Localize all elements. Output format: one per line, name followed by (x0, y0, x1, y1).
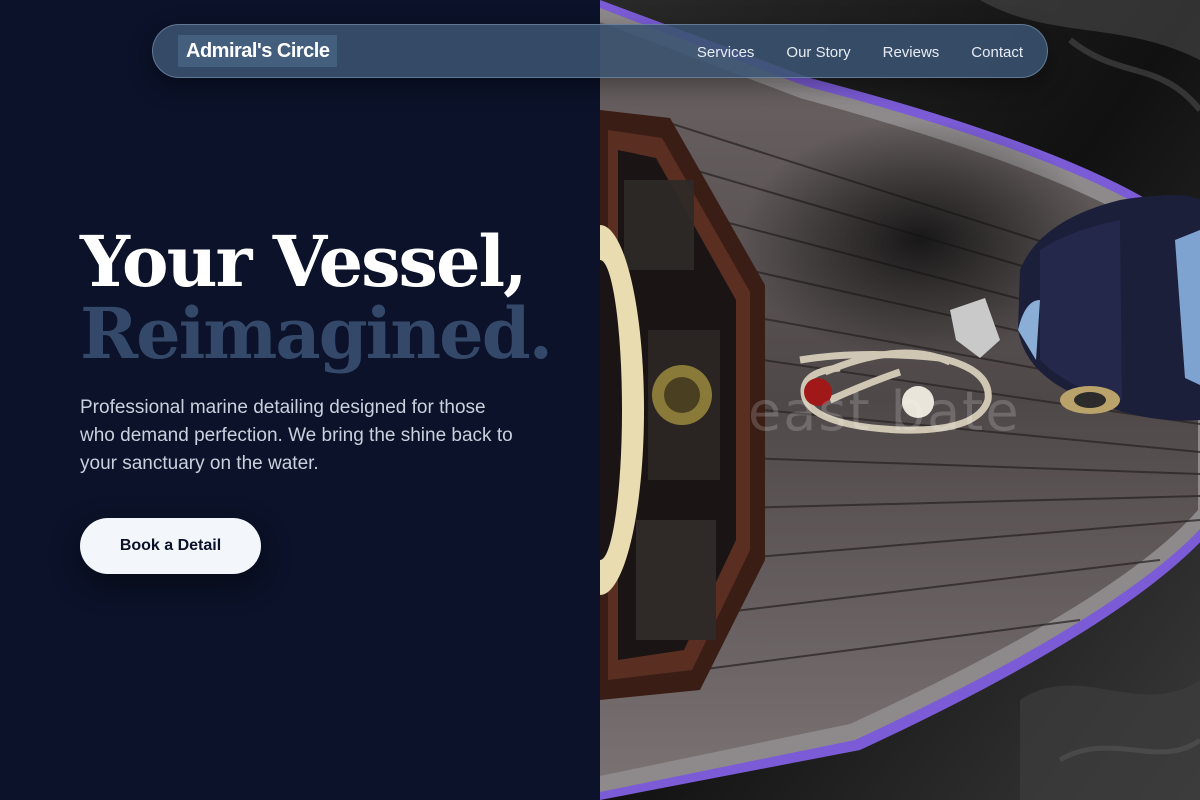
top-nav: Admiral's Circle Services Our Story Revi… (152, 24, 1048, 78)
brand-logo[interactable]: Admiral's Circle (178, 35, 338, 67)
photo-watermark: east bate (748, 380, 1021, 443)
book-detail-button[interactable]: Book a Detail (80, 518, 261, 574)
boat-deck-photo: east bate (600, 0, 1200, 800)
nav-links: Services Our Story Reviews Contact (697, 25, 1023, 79)
hero-title-line2: Reimagined. (80, 292, 553, 375)
nav-link-reviews[interactable]: Reviews (883, 44, 940, 61)
nav-link-our-story[interactable]: Our Story (786, 44, 850, 61)
hero-title: Your Vessel, Reimagined. (80, 220, 553, 375)
hero-panel: Your Vessel, Reimagined. Professional ma… (0, 0, 600, 800)
nav-link-contact[interactable]: Contact (971, 44, 1023, 61)
nav-link-services[interactable]: Services (697, 44, 755, 61)
hero-subtitle: Professional marine detailing designed f… (80, 397, 513, 474)
hero-title-line1: Your Vessel, (80, 220, 527, 303)
